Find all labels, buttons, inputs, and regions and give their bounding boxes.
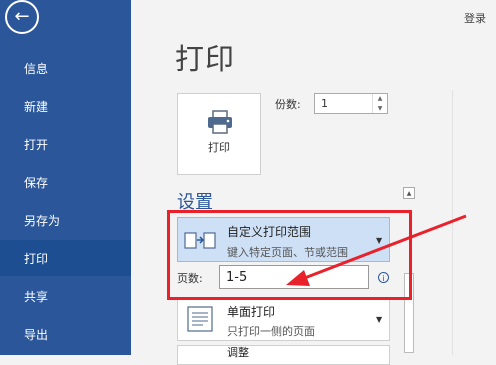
print-button-label: 打印 bbox=[208, 141, 230, 154]
print-range-dropdown[interactable]: 自定义打印范围 键入特定页面、节或范围 ▼ bbox=[177, 217, 390, 262]
settings-scrollbar[interactable]: ▲ bbox=[403, 187, 415, 355]
chevron-down-icon: ▼ bbox=[376, 236, 383, 245]
sidebar-item-open[interactable]: 打开 bbox=[0, 126, 131, 162]
sided-dropdown[interactable]: 单面打印 只打印一侧的页面 ▼ bbox=[177, 298, 390, 341]
copies-spinner[interactable]: ▲ ▼ bbox=[372, 94, 387, 113]
printer-icon bbox=[208, 110, 232, 134]
sidebar-item-save[interactable]: 保存 bbox=[0, 164, 131, 200]
settings-divider bbox=[177, 210, 397, 211]
spin-down-icon[interactable]: ▼ bbox=[378, 105, 383, 112]
scroll-thumb[interactable] bbox=[404, 273, 414, 353]
sided-title: 单面打印 bbox=[227, 305, 276, 319]
sidebar-item-save-as[interactable]: 另存为 bbox=[0, 202, 131, 238]
spin-up-icon[interactable]: ▲ bbox=[378, 95, 383, 102]
copies-stepper[interactable]: 1 ▲ ▼ bbox=[314, 93, 388, 114]
sided-subtitle: 只打印一侧的页面 bbox=[227, 325, 315, 338]
signin-link[interactable]: 登录 bbox=[464, 10, 486, 26]
page-title: 打印 bbox=[175, 42, 236, 76]
copies-label: 份数: bbox=[275, 98, 301, 111]
sidebar-item-new[interactable]: 新建 bbox=[0, 88, 131, 124]
collate-dropdown[interactable]: 调整 bbox=[177, 345, 390, 365]
chevron-down-icon: ▼ bbox=[376, 315, 383, 324]
print-range-title: 自定义打印范围 bbox=[227, 225, 312, 239]
copies-value: 1 bbox=[321, 97, 328, 110]
backstage-sidebar: ← 信息 新建 打开 保存 另存为 打印 共享 导出 bbox=[0, 0, 131, 355]
sidebar-item-share[interactable]: 共享 bbox=[0, 278, 131, 314]
custom-range-icon bbox=[184, 232, 216, 249]
info-icon[interactable]: i bbox=[378, 272, 389, 283]
print-range-subtitle: 键入特定页面、节或范围 bbox=[227, 246, 348, 259]
panel-divider bbox=[452, 90, 453, 355]
scroll-up-icon[interactable]: ▲ bbox=[403, 187, 415, 199]
sidebar-item-print[interactable]: 打印 bbox=[0, 240, 131, 276]
print-button[interactable]: 打印 bbox=[177, 93, 261, 175]
pages-label: 页数: bbox=[177, 272, 203, 285]
pages-input[interactable] bbox=[219, 265, 369, 289]
collate-title: 调整 bbox=[227, 346, 249, 359]
sidebar-item-info[interactable]: 信息 bbox=[0, 50, 131, 86]
one-sided-icon bbox=[187, 306, 213, 332]
back-arrow-icon[interactable]: ← bbox=[5, 0, 39, 34]
sidebar-item-export[interactable]: 导出 bbox=[0, 316, 131, 352]
